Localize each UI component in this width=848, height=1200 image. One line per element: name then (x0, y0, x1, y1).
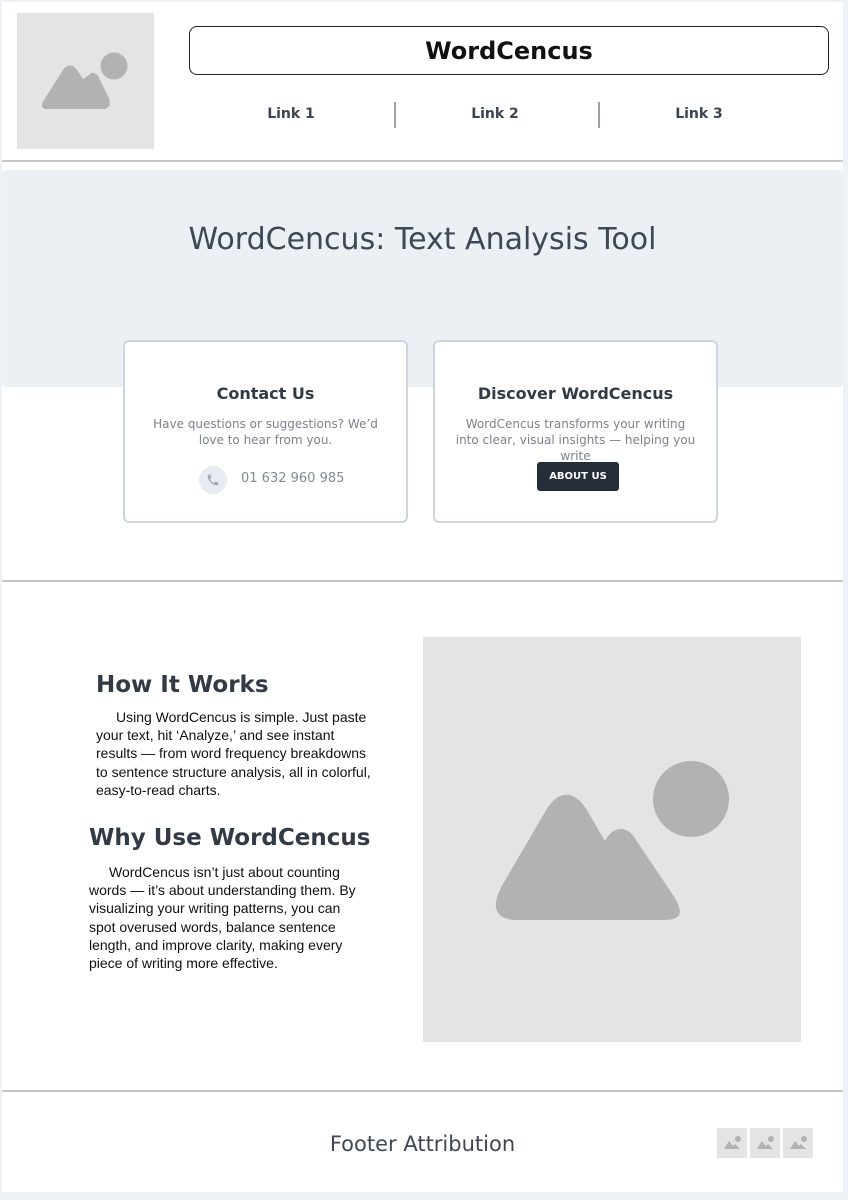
page: WordCencus Link 1 Link 2 Link 3 WordCenc… (2, 2, 843, 1192)
social-image-icon-2[interactable] (750, 1128, 780, 1158)
nav-divider (598, 102, 600, 128)
feature-image (423, 637, 801, 1042)
discover-card: Discover WordCencus WordCencus transform… (433, 340, 718, 523)
nav-link-2[interactable]: Link 2 (415, 106, 575, 122)
how-it-works-heading: How It Works (96, 672, 269, 698)
phone-icon (199, 466, 227, 494)
social-image-icon-1[interactable] (717, 1128, 747, 1158)
discover-card-text: WordCencus transforms your writing into … (455, 417, 696, 463)
site-title: WordCencus (189, 26, 829, 75)
why-use-text: WordCencus isn’t just about counting wor… (89, 864, 356, 972)
discover-card-title: Discover WordCencus (477, 384, 674, 403)
image-placeholder-icon (495, 761, 729, 920)
footer-divider (2, 1090, 843, 1092)
contact-card: Contact Us Have questions or suggestions… (123, 340, 408, 523)
section-divider (2, 580, 843, 582)
nav-link-3[interactable]: Link 3 (619, 106, 779, 122)
social-image-icon-3[interactable] (783, 1128, 813, 1158)
how-it-works-text: Using WordCencus is simple. Just paste y… (96, 709, 371, 798)
logo-image (17, 13, 154, 149)
nav-link-1[interactable]: Link 1 (211, 106, 371, 122)
hero-title: WordCencus: Text Analysis Tool (188, 222, 657, 257)
contact-phone-number[interactable]: 01 632 960 985 (241, 471, 344, 486)
nav-divider (394, 102, 396, 128)
contact-card-text: Have questions or suggestions? We’d love… (153, 417, 378, 447)
contact-card-title: Contact Us (216, 384, 315, 403)
about-us-button[interactable]: ABOUT US (537, 462, 619, 491)
header-divider (2, 160, 843, 162)
image-placeholder-icon (42, 52, 128, 109)
why-use-heading: Why Use WordCencus (89, 825, 371, 851)
